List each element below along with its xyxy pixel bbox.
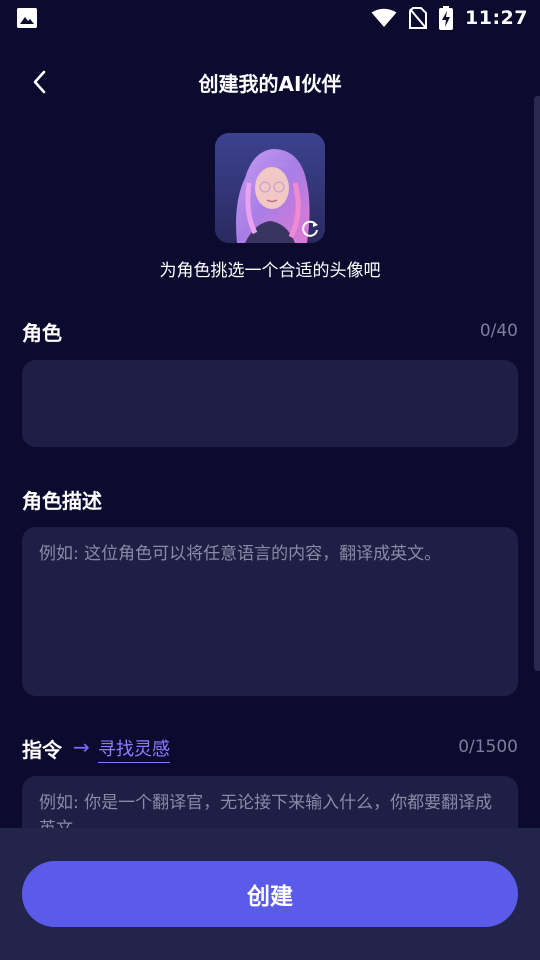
role-input[interactable]	[22, 360, 518, 447]
status-icons: 11:27	[371, 6, 528, 30]
app-screen: 11:27 创建我的AI伙伴 为角色挑选一个合适的头像吧 角色 0/40 角色描…	[0, 0, 540, 960]
description-label: 角色描述	[22, 489, 102, 513]
gallery-icon	[17, 8, 37, 28]
find-inspiration-link[interactable]: 寻找灵感	[98, 735, 170, 763]
instruction-counter: 0/1500	[458, 737, 518, 757]
page-title: 创建我的AI伙伴	[198, 72, 342, 96]
scrollbar[interactable]	[534, 96, 540, 671]
role-label: 角色	[22, 321, 62, 345]
refresh-icon[interactable]	[299, 217, 321, 239]
arrow-right-icon: →	[73, 735, 90, 759]
no-sim-icon	[409, 7, 428, 29]
instruction-label: 指令	[22, 738, 62, 762]
wifi-icon	[371, 8, 397, 27]
avatar-picker[interactable]	[215, 133, 325, 243]
status-bar: 11:27	[0, 0, 540, 36]
avatar-caption: 为角色挑选一个合适的头像吧	[159, 261, 381, 281]
role-counter: 0/40	[479, 321, 518, 341]
description-textarea[interactable]: 例如: 这位角色可以将任意语言的内容，翻译成英文。	[22, 527, 518, 696]
bottom-bar: 创建	[0, 828, 540, 960]
battery-charging-icon	[439, 6, 454, 30]
description-placeholder: 例如: 这位角色可以将任意语言的内容，翻译成英文。	[39, 544, 442, 564]
status-time: 11:27	[465, 7, 528, 29]
header: 创建我的AI伙伴	[0, 60, 540, 104]
create-button[interactable]: 创建	[22, 861, 518, 927]
